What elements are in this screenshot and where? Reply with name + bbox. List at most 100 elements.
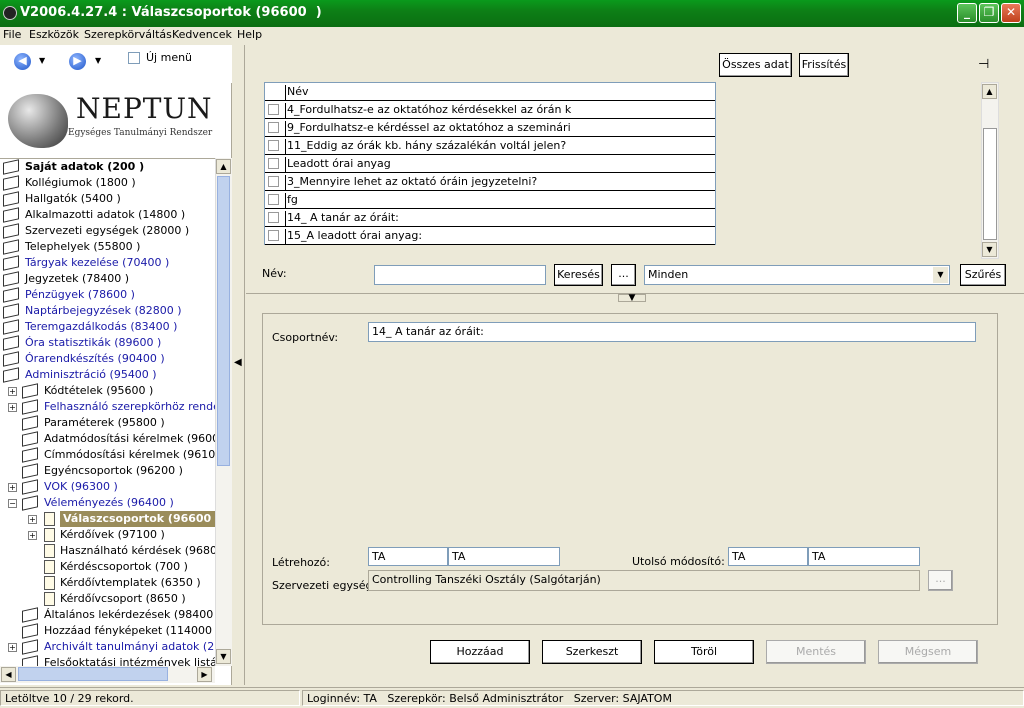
cancel-button[interactable]: Mégsem: [878, 640, 978, 664]
tree-vertical-scrollbar[interactable]: ▲ ▼: [215, 158, 232, 666]
table-row[interactable]: 11_Eddig az órák kb. hány százalékán vol…: [265, 137, 715, 155]
logo-name: NEPTUN: [76, 92, 213, 125]
grid-header-name[interactable]: Név: [285, 85, 715, 100]
search-button[interactable]: Keresés: [554, 264, 603, 286]
tree-item-label: Szervezeti egységek (28000 ): [25, 224, 190, 237]
book-icon: [22, 383, 38, 399]
table-row[interactable]: Leadott órai anyag: [265, 155, 715, 173]
menu-file[interactable]: File: [3, 28, 21, 41]
row-checkbox[interactable]: [268, 158, 279, 169]
close-button[interactable]: ✕: [1001, 3, 1021, 23]
book-icon: [3, 271, 19, 287]
save-button[interactable]: Mentés: [766, 640, 866, 664]
expand-icon[interactable]: +: [8, 387, 17, 396]
tree-item-label: Naptárbejegyzések (82800 ): [25, 304, 182, 317]
grid-scroll-down-icon[interactable]: ▼: [982, 242, 997, 257]
book-icon: [22, 623, 38, 639]
expand-icon[interactable]: +: [8, 483, 17, 492]
table-row[interactable]: fg: [265, 191, 715, 209]
back-dropdown-icon[interactable]: ▼: [39, 56, 45, 65]
book-icon: [3, 287, 19, 303]
logo-stone-icon: [8, 94, 68, 148]
expand-icon[interactable]: +: [28, 531, 37, 540]
filter-button[interactable]: Szűrés: [960, 264, 1006, 286]
table-row[interactable]: 3_Mennyire lehet az oktató óráin jegyzet…: [265, 173, 715, 191]
tree-item-label: Alkalmazotti adatok (14800 ): [25, 208, 186, 221]
expand-icon[interactable]: +: [28, 515, 37, 524]
chevron-down-icon[interactable]: ▼: [933, 267, 948, 283]
tree-item-label: Használható kérdések (96800 ): [60, 544, 215, 557]
table-row[interactable]: 14_ A tanár az óráit:: [265, 209, 715, 227]
modifier-field-2: TA: [808, 547, 920, 566]
filter-select[interactable]: Minden ▼: [644, 265, 950, 285]
book-icon: [22, 495, 38, 511]
menu-tools[interactable]: Eszközök: [29, 28, 79, 41]
new-menu-checkbox[interactable]: [128, 52, 140, 64]
row-checkbox[interactable]: [268, 122, 279, 133]
document-icon: [44, 528, 55, 542]
menu-favorites[interactable]: Kedvencek: [172, 28, 232, 41]
expand-icon[interactable]: +: [8, 403, 17, 412]
scroll-right-icon[interactable]: ▶: [197, 667, 212, 682]
pin-icon[interactable]: ⊣: [978, 57, 989, 72]
scroll-thumb[interactable]: [217, 176, 230, 466]
forward-dropdown-icon[interactable]: ▼: [95, 56, 101, 65]
grid-scroll-thumb[interactable]: [983, 128, 997, 240]
table-row[interactable]: 15_A leadott órai anyag:: [265, 227, 715, 245]
edit-button[interactable]: Szerkeszt: [542, 640, 642, 664]
logo-subtitle: Egységes Tanulmányi Rendszer: [68, 128, 213, 138]
row-checkbox[interactable]: [268, 140, 279, 151]
row-checkbox[interactable]: [268, 176, 279, 187]
book-icon: [3, 319, 19, 335]
scroll-left-icon[interactable]: ◀: [1, 667, 16, 682]
search-more-button[interactable]: ...: [611, 264, 636, 286]
maximize-button[interactable]: ❐: [979, 3, 999, 23]
tree-horizontal-scrollbar[interactable]: ◀ ▶: [0, 666, 215, 683]
tree-item-label: Archivált tanulmányi adatok (270600: [44, 640, 215, 653]
org-unit-field: Controlling Tanszéki Osztály (Salgótarjá…: [368, 570, 920, 591]
tree-item-label: Saját adatok (200 ): [25, 160, 145, 173]
forward-arrow-icon[interactable]: ▶: [69, 53, 86, 70]
scroll-down-icon[interactable]: ▼: [216, 649, 231, 664]
grid-vertical-scrollbar[interactable]: ▲ ▼: [981, 82, 999, 259]
tree-item-label: Kérdőívek (97100 ): [60, 528, 165, 541]
tree-item-label: Paraméterek (95800 ): [44, 416, 165, 429]
minimize-button[interactable]: _: [957, 3, 977, 23]
document-icon: [44, 576, 55, 590]
all-data-button[interactable]: Összes adat: [719, 53, 792, 77]
menu-help[interactable]: Help: [237, 28, 262, 41]
row-checkbox[interactable]: [268, 230, 279, 241]
menu-role-switch[interactable]: Szerepkörváltás: [84, 28, 172, 41]
name-search-input[interactable]: [374, 265, 546, 285]
table-row[interactable]: 9_Fordulhatsz-e kérdéssel az oktatóhoz a…: [265, 119, 715, 137]
refresh-button[interactable]: Frissítés: [799, 53, 849, 77]
table-row[interactable]: 4_Fordulhatsz-e az oktatóhoz kérdésekkel…: [265, 101, 715, 119]
h-scroll-thumb[interactable]: [18, 667, 168, 681]
add-button[interactable]: Hozzáad: [430, 640, 530, 664]
collapse-down-icon[interactable]: ▼: [618, 294, 646, 303]
group-name-input[interactable]: 14_ A tanár az óráit:: [368, 322, 976, 342]
collapse-icon[interactable]: −: [8, 499, 17, 508]
row-checkbox[interactable]: [268, 194, 279, 205]
title-bar: V2006.4.27.4 : Válaszcsoportok (96600 ) …: [0, 0, 1024, 27]
tree-item-label: Egyéncsoportok (96200 ): [44, 464, 183, 477]
answer-group-grid: Név 4_Fordulhatsz-e az oktatóhoz kérdése…: [264, 82, 716, 245]
delete-button[interactable]: Töröl: [654, 640, 754, 664]
book-icon: [3, 367, 19, 383]
panel-splitter[interactable]: ◀: [232, 45, 244, 685]
document-icon: [44, 560, 55, 574]
collapse-left-icon[interactable]: ◀: [234, 357, 242, 368]
tree-item-label: Általános lekérdezések (98400 ): [44, 608, 215, 621]
org-unit-more-button[interactable]: ...: [928, 570, 953, 591]
modifier-label: Utolsó módosító:: [632, 555, 725, 568]
scroll-up-icon[interactable]: ▲: [216, 159, 231, 174]
tree-item-label: Hozzáad fényképeket (114000 ): [44, 624, 215, 637]
book-icon: [22, 463, 38, 479]
grid-scroll-up-icon[interactable]: ▲: [982, 84, 997, 99]
back-arrow-icon[interactable]: ◀: [14, 53, 31, 70]
tree-item-label: Kollégiumok (1800 ): [25, 176, 136, 189]
row-checkbox[interactable]: [268, 212, 279, 223]
row-checkbox[interactable]: [268, 104, 279, 115]
book-icon: [22, 431, 38, 447]
expand-icon[interactable]: +: [8, 643, 17, 652]
